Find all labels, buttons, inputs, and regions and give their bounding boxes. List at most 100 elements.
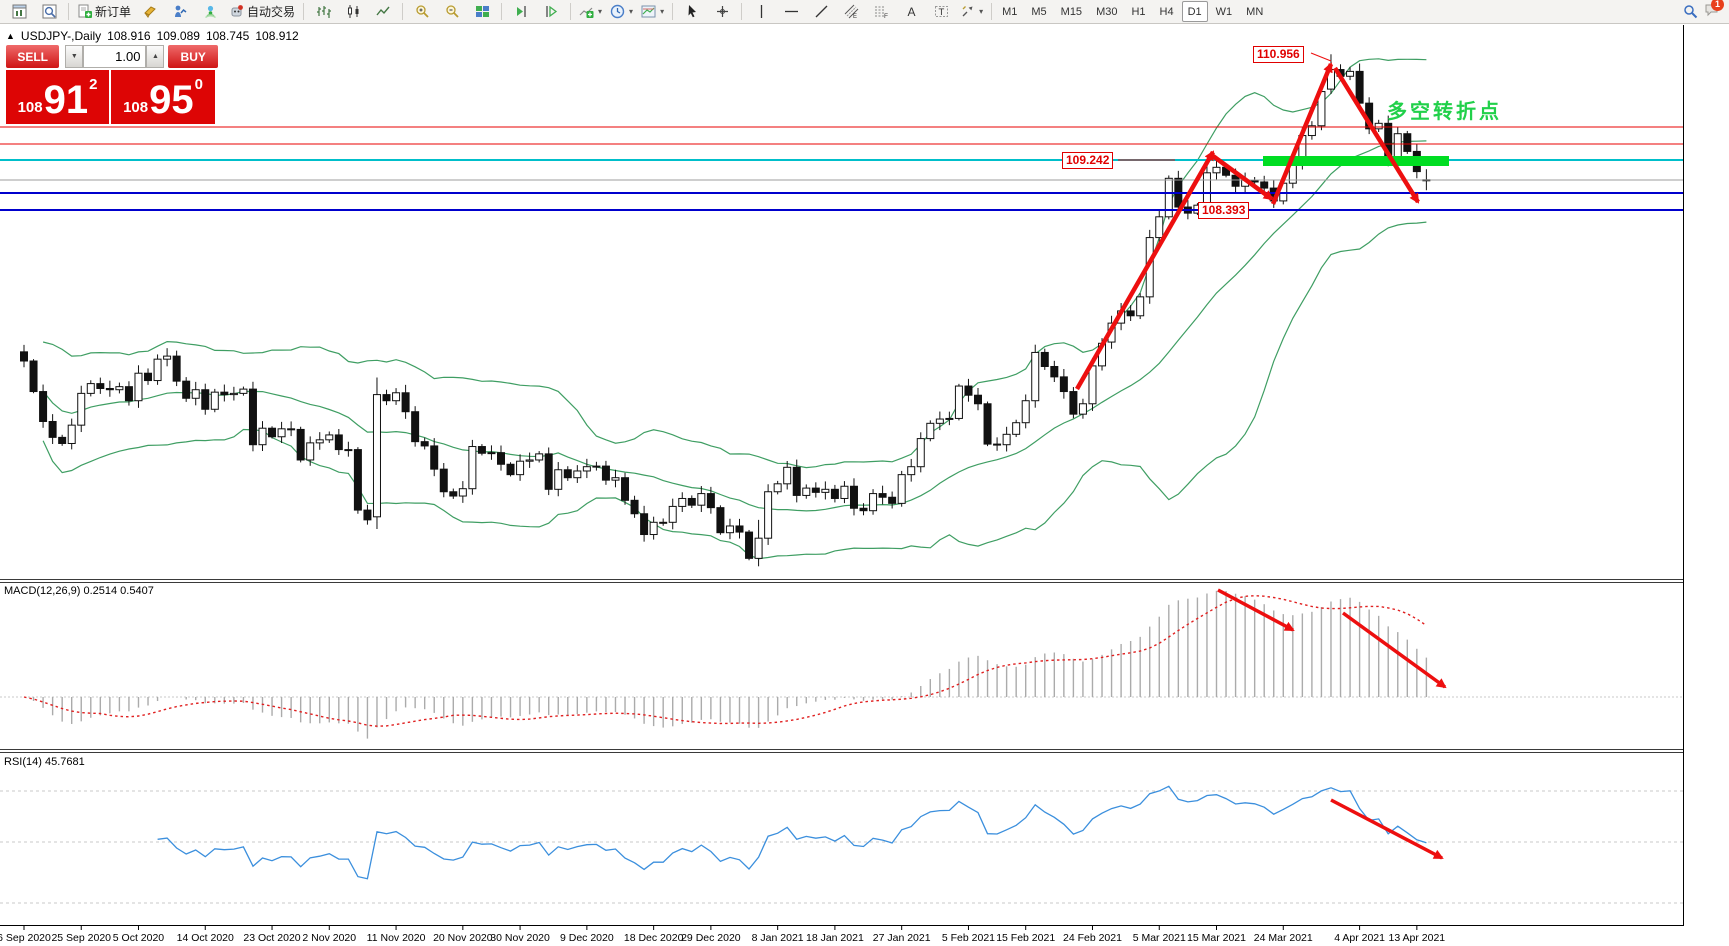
market-watch-icon[interactable] [165,1,195,23]
notifications-button[interactable]: 1 [1704,2,1719,22]
price-chart[interactable]: 111.040110.500109.960107.800107.260106.7… [0,0,1729,946]
text-label-tool[interactable]: T [926,1,956,23]
volume-input[interactable]: 1.00 [83,45,146,68]
dropdown-arrow: ▾ [629,7,633,16]
toolbar-separator [991,3,992,20]
rsi-label: RSI(14) 45.7681 [4,756,85,768]
zoom-in-icon[interactable] [407,1,437,23]
svg-text:9 Dec 2020: 9 Dec 2020 [560,932,614,944]
timeframe-button-H1[interactable]: H1 [1125,1,1151,22]
volume-decrease-button[interactable]: ▼ [65,45,83,68]
periods-button[interactable]: ▾ [606,1,637,23]
auto-scroll-icon[interactable] [506,1,536,23]
buy-button[interactable]: BUY [168,45,218,68]
svg-text:5 Oct 2020: 5 Oct 2020 [113,932,165,944]
line-chart-icon[interactable] [368,1,398,23]
svg-text:6 Sep 2020: 6 Sep 2020 [0,932,51,944]
chart-window-icon[interactable] [4,1,34,23]
new-order-icon [77,4,92,19]
ask-prefix: 108 [123,99,148,116]
svg-text:23 Oct 2020: 23 Oct 2020 [243,932,300,944]
timeframe-button-H4[interactable]: H4 [1154,1,1180,22]
svg-text:5 Mar 2021: 5 Mar 2021 [1133,932,1186,944]
vline-tool[interactable] [746,1,776,23]
timeframe-button-W1[interactable]: W1 [1210,1,1239,22]
shapes-button[interactable]: ▾ [956,1,987,23]
sell-button[interactable]: SELL [6,45,59,68]
search-icon[interactable] [1683,4,1698,19]
bid-price[interactable]: 108 91 2 [6,70,109,124]
support-price-label[interactable]: 108.393 [1198,202,1249,219]
templates-button[interactable]: ▾ [637,1,668,23]
zoom-out-icon[interactable] [437,1,467,23]
ohlc-close: 108.912 [255,29,298,43]
ask-price[interactable]: 108 95 0 [111,70,215,124]
svg-text:13 Apr 2021: 13 Apr 2021 [1389,932,1446,944]
toolbar-separator [741,3,742,20]
svg-text:14 Oct 2020: 14 Oct 2020 [177,932,234,944]
turning-point-note[interactable]: 多空转折点 [1387,95,1502,124]
fibonacci-tool[interactable]: F [866,1,896,23]
shapes-icon [960,4,975,19]
svg-text:29 Dec 2020: 29 Dec 2020 [681,932,741,944]
svg-text:25 Sep 2020: 25 Sep 2020 [51,932,111,944]
svg-text:24 Mar 2021: 24 Mar 2021 [1254,932,1313,944]
bid-main: 91 [44,80,89,120]
ask-main: 95 [149,80,194,120]
crosshair-tool[interactable] [707,1,737,23]
symbol-expand-icon[interactable]: ▲ [6,31,15,41]
metaeditor-icon[interactable] [135,1,165,23]
bar-chart-icon[interactable] [308,1,338,23]
text-tool[interactable]: A [896,1,926,23]
volume-increase-button[interactable]: ▲ [146,45,164,68]
template-icon [641,4,656,19]
timeframe-button-M5[interactable]: M5 [1025,1,1052,22]
svg-text:24 Feb 2021: 24 Feb 2021 [1063,932,1122,944]
autotrading-button[interactable]: 自动交易 [225,1,299,23]
autotrading-label: 自动交易 [247,3,295,20]
chart-shift-icon[interactable] [536,1,566,23]
svg-text:11 Nov 2020: 11 Nov 2020 [367,932,426,944]
cursor-tool[interactable] [677,1,707,23]
toolbar-separator [402,3,403,20]
svg-text:8 Jan 2021: 8 Jan 2021 [752,932,804,944]
trendline-tool[interactable] [806,1,836,23]
svg-text:27 Jan 2021: 27 Jan 2021 [873,932,931,944]
candlestick-chart-icon[interactable] [338,1,368,23]
timeframe-button-M1[interactable]: M1 [996,1,1023,22]
dropdown-arrow: ▾ [598,7,602,16]
indicators-icon [579,4,594,19]
timeframe-group: M1M5M15M30H1H4D1W1MN [996,1,1269,22]
clock-icon [610,4,625,19]
svg-text:T: T [938,7,944,18]
toolbar-right: 1 [1683,2,1725,22]
toolbar-separator [672,3,673,20]
tile-windows-icon[interactable] [467,1,497,23]
svg-text:E: E [853,14,857,19]
timeframe-button-M15[interactable]: M15 [1055,1,1088,22]
svg-text:2 Nov 2020: 2 Nov 2020 [302,932,356,944]
ohlc-open: 108.916 [107,29,150,43]
svg-text:15 Feb 2021: 15 Feb 2021 [996,932,1055,944]
svg-text:18 Dec 2020: 18 Dec 2020 [624,932,684,944]
hline-tool[interactable] [776,1,806,23]
pullback-price-label[interactable]: 109.242 [1062,152,1113,169]
bid-prefix: 108 [18,99,43,116]
svg-text:4 Apr 2021: 4 Apr 2021 [1334,932,1385,944]
svg-text:5 Feb 2021: 5 Feb 2021 [942,932,995,944]
chart-profile-icon[interactable] [34,1,64,23]
timeframe-button-M30[interactable]: M30 [1090,1,1123,22]
svg-text:A: A [907,5,915,19]
timeframe-button-D1[interactable]: D1 [1182,1,1208,22]
signals-icon[interactable] [195,1,225,23]
ask-sup: 0 [195,76,203,93]
new-order-button[interactable]: 新订单 [73,1,135,23]
toolbar-separator [501,3,502,20]
ohlc-low: 108.745 [206,29,249,43]
peak-price-label[interactable]: 110.956 [1253,46,1304,63]
dropdown-arrow: ▾ [979,7,983,16]
autotrading-icon [229,4,244,19]
indicators-button[interactable]: ▾ [575,1,606,23]
timeframe-button-MN[interactable]: MN [1240,1,1269,22]
channel-tool[interactable]: E [836,1,866,23]
